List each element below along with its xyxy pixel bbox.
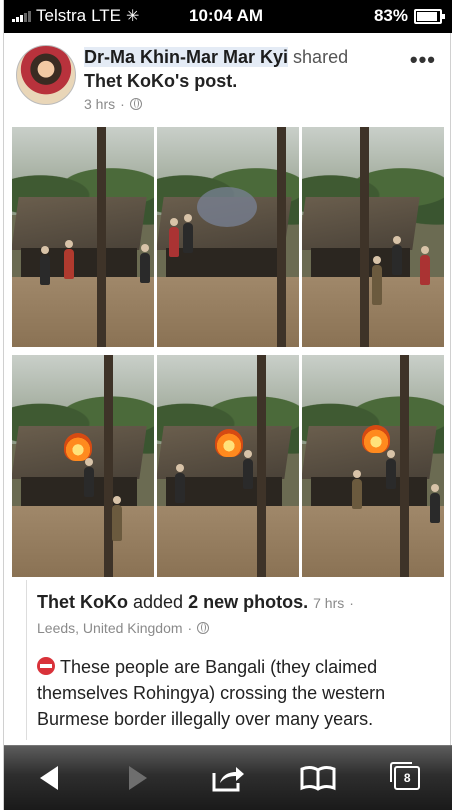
battery-level xyxy=(417,11,437,21)
back-icon[interactable] xyxy=(19,753,79,803)
photo-2[interactable] xyxy=(157,127,299,347)
sharer-name-link[interactable]: Dr-Ma Khin-Mar Mar Kyi xyxy=(84,47,289,67)
photo-grid xyxy=(12,127,444,577)
photo-5[interactable] xyxy=(157,355,299,577)
battery-percent: 83% xyxy=(373,6,408,25)
post-body: These people are Bangali (they claimed t… xyxy=(37,654,440,732)
attribution-separator: · xyxy=(349,595,354,611)
no-entry-icon xyxy=(37,657,55,675)
post-suffix: 's post. xyxy=(174,71,238,91)
original-author-link[interactable]: Thet KoKo xyxy=(37,592,128,612)
globe-icon xyxy=(197,622,210,634)
tabs-icon: 8 xyxy=(390,762,421,790)
post-meta: 3 hrs · xyxy=(84,96,142,112)
photo-6[interactable] xyxy=(302,355,444,577)
status-right: 83% xyxy=(373,6,445,26)
carrier-label: Telstra xyxy=(36,6,87,25)
globe-icon xyxy=(129,98,142,110)
shared-label: shared xyxy=(293,47,349,67)
phone-screen: Telstra LTE ✳ 10:04 AM 83% Dr-Ma Khin-Ma… xyxy=(3,0,452,810)
photo-1[interactable] xyxy=(12,127,154,347)
post-time[interactable]: 3 hrs xyxy=(84,96,115,112)
original-post: Thet KoKo added 2 new photos. 7 hrs · Le… xyxy=(26,580,440,740)
location-text[interactable]: Leeds, United Kingdom xyxy=(37,620,183,636)
forward-icon[interactable] xyxy=(108,753,168,803)
avatar[interactable] xyxy=(16,45,76,105)
post-body-text: These people are Bangali (they claimed t… xyxy=(37,657,386,729)
post-header-text: Dr-Ma Khin-Mar Mar Kyi shared Thet KoKo'… xyxy=(84,45,402,93)
browser-toolbar: 8 xyxy=(4,745,452,810)
photo-count-link[interactable]: 2 new photos. xyxy=(188,592,308,612)
photo-3[interactable] xyxy=(302,127,444,347)
bookmarks-icon[interactable] xyxy=(288,753,348,803)
loading-icon: ✳ xyxy=(126,8,140,25)
network-label: LTE xyxy=(91,6,121,25)
tabs-button[interactable]: 8 xyxy=(377,753,437,803)
attribution-action: added xyxy=(133,592,184,612)
tab-count: 8 xyxy=(403,771,411,785)
battery-icon xyxy=(414,8,445,24)
attribution-time[interactable]: 7 hrs xyxy=(313,595,344,611)
attribution-line: Thet KoKo added 2 new photos. 7 hrs · xyxy=(37,592,354,613)
photo-4[interactable] xyxy=(12,355,154,577)
location-separator: · xyxy=(187,620,193,636)
status-left: Telstra LTE ✳ xyxy=(12,6,139,26)
status-bar: Telstra LTE ✳ 10:04 AM 83% xyxy=(4,0,452,33)
more-options-icon[interactable]: ••• xyxy=(410,47,436,73)
share-icon[interactable] xyxy=(198,753,258,803)
status-time: 10:04 AM xyxy=(189,6,264,25)
original-author-name: Thet KoKo xyxy=(84,71,175,91)
signal-icon xyxy=(12,10,31,22)
original-post-link[interactable]: Thet KoKo's post. xyxy=(84,71,237,91)
meta-separator: · xyxy=(120,96,125,112)
location-line: Leeds, United Kingdom · xyxy=(37,620,210,636)
post-header: Dr-Ma Khin-Mar Mar Kyi shared Thet KoKo'… xyxy=(4,33,452,123)
